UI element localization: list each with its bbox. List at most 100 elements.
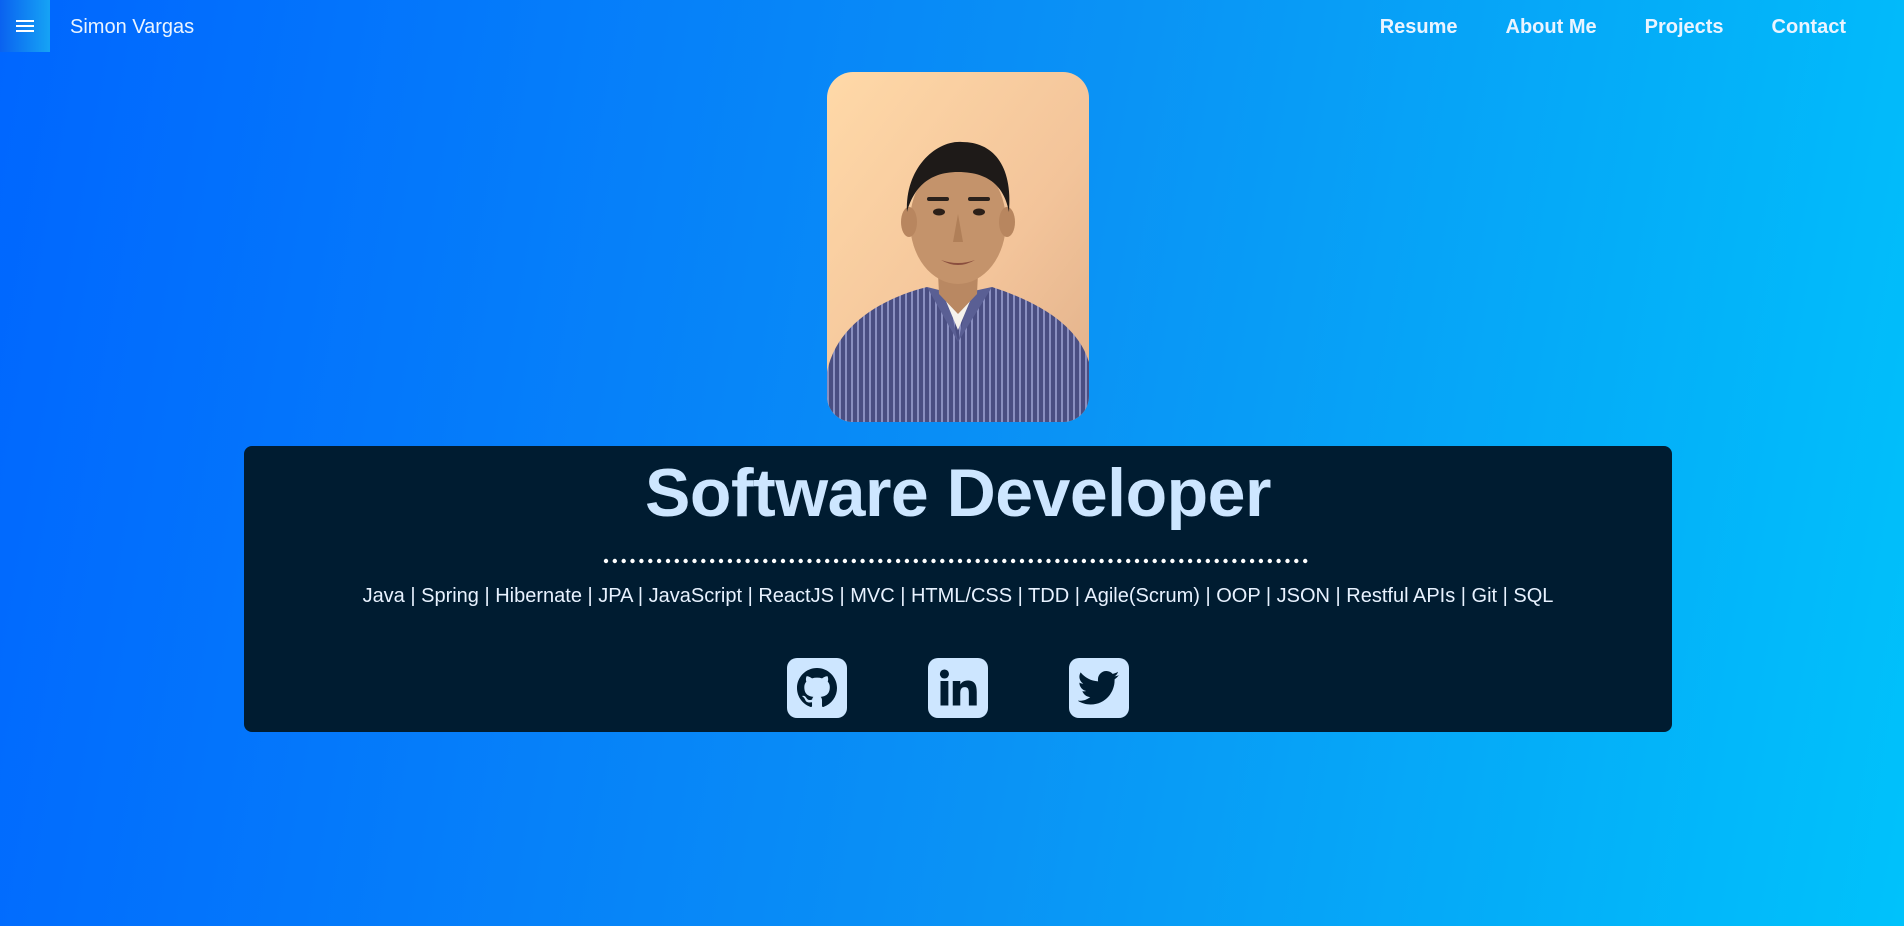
divider-dot (878, 558, 883, 564)
divider-dot (710, 558, 715, 564)
divider-dot (1161, 558, 1166, 564)
linkedin-icon (939, 669, 977, 706)
divider-dot (869, 558, 874, 564)
divider-dot (1019, 558, 1025, 564)
divider-dot (603, 558, 609, 564)
divider-dot (763, 558, 768, 564)
divider-dot (1241, 558, 1246, 564)
divider-dot (771, 558, 777, 564)
divider-dot (1046, 558, 1051, 564)
profile-photo (827, 72, 1089, 422)
github-icon (797, 668, 837, 708)
divider-dot (1187, 558, 1193, 564)
divider-dot (1170, 558, 1175, 564)
divider-dot (1037, 558, 1042, 564)
divider-dot (1214, 558, 1219, 564)
nav-link-resume[interactable]: Resume (1380, 16, 1458, 39)
divider-dot (887, 558, 892, 564)
github-link[interactable] (787, 658, 847, 718)
divider-dot (665, 558, 671, 564)
divider-dot (984, 558, 989, 564)
divider-dot (922, 558, 927, 564)
divider-dot (816, 558, 821, 564)
skills-list: Java | Spring | Hibernate | JPA | JavaSc… (362, 585, 1554, 607)
divider-dot (966, 558, 972, 564)
divider-dot (1064, 558, 1069, 564)
main-nav: Resume About Me Projects Contact (1380, 0, 1904, 54)
divider-dot (913, 558, 918, 564)
twitter-icon (1078, 671, 1120, 705)
divider-dot (904, 558, 910, 564)
twitter-link[interactable] (1069, 658, 1129, 718)
page-title: Software Developer (645, 455, 1271, 531)
divider-dot (1294, 558, 1299, 564)
divider-dot (1081, 558, 1087, 564)
divider-dot (1303, 558, 1308, 564)
divider-dot (674, 558, 679, 564)
top-navbar: Simon Vargas Resume About Me Projects Co… (0, 0, 1904, 52)
divider-dot (639, 558, 644, 564)
divider-dot (754, 558, 759, 564)
divider-dot (1152, 558, 1157, 564)
linkedin-link[interactable] (928, 658, 988, 718)
hamburger-menu-icon (16, 20, 34, 32)
divider-dot (1205, 558, 1210, 564)
divider-dot (851, 558, 856, 564)
divider-dot (1258, 558, 1264, 564)
nav-link-contact[interactable]: Contact (1772, 16, 1846, 39)
nav-link-about-me[interactable]: About Me (1506, 16, 1597, 39)
divider-dot (1108, 558, 1113, 564)
divider-dot (1223, 558, 1228, 564)
divider-dot (727, 558, 733, 564)
dotted-divider (603, 558, 1308, 564)
divider-dot (807, 558, 812, 564)
divider-dot (993, 558, 998, 564)
divider-dot (833, 558, 839, 564)
divider-dot (745, 558, 750, 564)
divider-dot (940, 558, 945, 564)
divider-dot (1249, 558, 1255, 564)
divider-dot (1117, 558, 1122, 564)
divider-dot (1010, 558, 1016, 564)
divider-dot (895, 558, 901, 564)
hero-card: Software Developer Java | Spring | Hiber… (244, 446, 1672, 732)
divider-dot (630, 558, 635, 564)
divider-dot (1143, 558, 1149, 564)
divider-dot (1090, 558, 1095, 564)
divider-dot (825, 558, 830, 564)
divider-dot (1232, 558, 1237, 564)
nav-link-projects[interactable]: Projects (1645, 16, 1724, 39)
divider-dot (683, 558, 688, 564)
divider-dot (621, 558, 626, 564)
divider-dot (1134, 558, 1140, 564)
divider-dot (789, 558, 794, 564)
menu-button[interactable] (0, 0, 50, 52)
divider-dot (1055, 558, 1060, 564)
divider-dot (1126, 558, 1131, 564)
divider-dot (656, 558, 662, 564)
divider-dot (736, 558, 741, 564)
divider-dot (692, 558, 697, 564)
divider-dot (931, 558, 936, 564)
divider-dot (1099, 558, 1104, 564)
divider-dot (798, 558, 803, 564)
divider-dot (612, 558, 617, 564)
divider-dot (648, 558, 653, 564)
divider-dot (1002, 558, 1007, 564)
divider-dot (780, 558, 786, 564)
divider-dot (860, 558, 865, 564)
divider-dot (1285, 558, 1290, 564)
divider-dot (1028, 558, 1033, 564)
divider-dot (718, 558, 724, 564)
divider-dot (1179, 558, 1184, 564)
divider-dot (842, 558, 848, 564)
divider-dot (1072, 558, 1078, 564)
divider-dot (1276, 558, 1281, 564)
brand-name[interactable]: Simon Vargas (70, 0, 194, 54)
divider-dot (1267, 558, 1272, 564)
divider-dot (1196, 558, 1202, 564)
divider-dot (957, 558, 963, 564)
divider-dot (949, 558, 954, 564)
divider-dot (701, 558, 706, 564)
divider-dot (975, 558, 980, 564)
